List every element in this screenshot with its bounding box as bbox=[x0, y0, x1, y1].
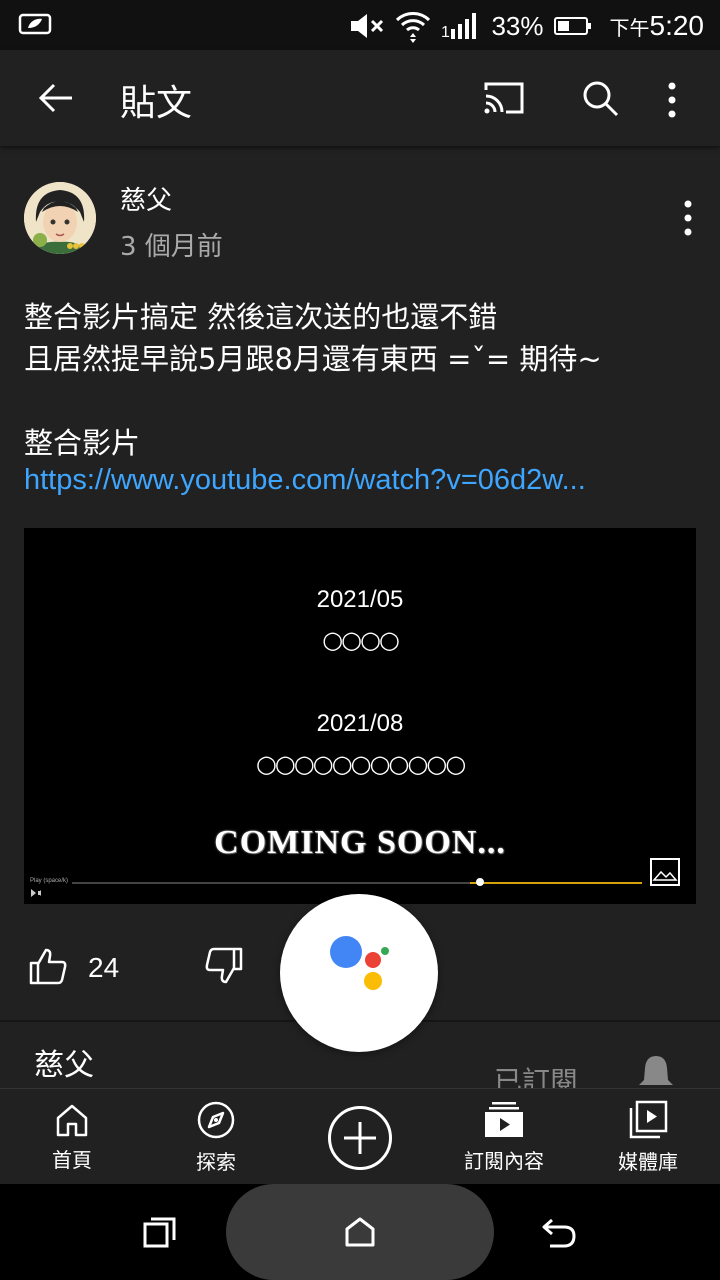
nav-explore[interactable]: 探索 bbox=[166, 1089, 266, 1185]
battery-percent: 33% bbox=[491, 10, 544, 41]
back-icon[interactable] bbox=[540, 1216, 578, 1250]
video-date-2: 2021/08 bbox=[316, 710, 404, 737]
cast-icon[interactable] bbox=[482, 80, 526, 116]
assistant-dot-green bbox=[381, 947, 389, 955]
video-date-1: 2021/05 bbox=[316, 586, 404, 613]
signal-icon: 1 bbox=[441, 13, 477, 41]
nav-explore-label: 探索 bbox=[196, 1149, 236, 1174]
dislike-icon[interactable] bbox=[204, 946, 244, 986]
nav-home-label: 首頁 bbox=[52, 1147, 92, 1172]
time-prefix: 下午 bbox=[609, 16, 650, 40]
status-bar: 1 33% 下午5:20 bbox=[0, 0, 720, 50]
video-play-label: Play (space/k) bbox=[30, 878, 69, 884]
post-more-vert-icon[interactable] bbox=[676, 198, 700, 238]
video-player[interactable]: 2021/05 ○○○○ 2021/08 ○○○○○○○○○○○ COMING … bbox=[24, 528, 696, 904]
post-time: 3 個月前 bbox=[120, 232, 223, 262]
like-count: 24 bbox=[88, 952, 120, 983]
video-progress-fill bbox=[470, 882, 642, 884]
assistant-button[interactable] bbox=[280, 894, 438, 1052]
compass-icon bbox=[197, 1101, 235, 1138]
avatar[interactable] bbox=[24, 182, 96, 254]
wifi-icon bbox=[396, 12, 431, 43]
search-icon[interactable] bbox=[580, 78, 620, 118]
play-icon[interactable] bbox=[30, 888, 42, 898]
nav-home[interactable]: 首頁 bbox=[22, 1089, 122, 1185]
video-circles-2: ○○○○○○○○○○○ bbox=[255, 750, 466, 778]
assistant-dot-yellow bbox=[364, 972, 382, 990]
bell-icon[interactable] bbox=[636, 1054, 676, 1090]
nav-library-label: 媒體庫 bbox=[618, 1149, 678, 1174]
subscriptions-icon bbox=[485, 1101, 523, 1137]
clock: 下午5:20 bbox=[610, 10, 705, 42]
author-name[interactable]: 慈父 bbox=[120, 180, 172, 217]
plus-icon bbox=[344, 1122, 376, 1154]
post-text-blank-line bbox=[24, 380, 704, 422]
nav-subscriptions[interactable]: 訂閱內容 bbox=[444, 1089, 564, 1185]
create-button[interactable] bbox=[328, 1106, 392, 1170]
video-coming-soon: COMING SOON... bbox=[214, 824, 506, 861]
back-arrow-icon[interactable] bbox=[36, 78, 76, 118]
home-icon bbox=[56, 1104, 88, 1136]
time: 5:20 bbox=[649, 10, 705, 41]
like-icon[interactable] bbox=[28, 946, 68, 986]
image-icon bbox=[650, 858, 680, 886]
home-pill[interactable] bbox=[226, 1184, 494, 1280]
nav-subscriptions-label: 訂閱內容 bbox=[464, 1148, 544, 1173]
svg-text:1: 1 bbox=[441, 24, 450, 41]
video-circles-1: ○○○○ bbox=[322, 626, 400, 654]
post-text-line: 整合影片搞定 然後這次送的也還不錯 bbox=[24, 300, 498, 334]
system-home-icon bbox=[345, 1217, 375, 1247]
channel-name[interactable]: 慈父 bbox=[34, 1040, 94, 1084]
video-progress-knob[interactable] bbox=[476, 878, 484, 886]
more-vert-icon[interactable] bbox=[660, 80, 684, 120]
post-text-line: 且居然提早說5月跟8月還有東西 =ˇ= 期待~ bbox=[24, 342, 602, 376]
assistant-dot-blue bbox=[330, 936, 362, 968]
mute-icon bbox=[351, 14, 384, 38]
library-icon bbox=[629, 1100, 668, 1138]
app-bar: 貼文 bbox=[0, 50, 720, 146]
system-navigation bbox=[0, 1184, 720, 1280]
post-text-line: 整合影片 bbox=[24, 426, 141, 460]
battery-icon bbox=[553, 17, 591, 35]
assistant-dot-red bbox=[365, 952, 381, 968]
recent-apps-icon[interactable] bbox=[142, 1216, 178, 1250]
post-link[interactable]: https://www.youtube.com/watch?v=06d2w... bbox=[24, 464, 704, 497]
nav-library[interactable]: 媒體庫 bbox=[598, 1089, 698, 1185]
post-body: 整合影片搞定 然後這次送的也還不錯 且居然提早說5月跟8月還有東西 =ˇ= 期待… bbox=[24, 296, 704, 464]
notification-icon bbox=[18, 13, 52, 35]
page-title: 貼文 bbox=[120, 83, 193, 124]
